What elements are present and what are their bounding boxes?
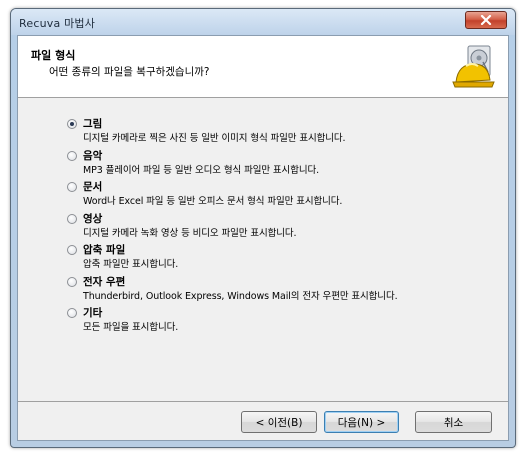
radio-picture[interactable] [67, 119, 77, 129]
file-type-options: 그림 디지털 카메라로 찍은 사진 등 일반 이미지 형식 파일만 표시합니다.… [67, 114, 498, 335]
option-label: 압축 파일 [83, 244, 126, 256]
close-button[interactable] [465, 11, 507, 29]
cancel-button[interactable]: 취소 [415, 411, 492, 433]
option-video[interactable]: 영상 디지털 카메라 녹화 영상 등 비디오 파일만 표시합니다. [67, 209, 498, 241]
option-other[interactable]: 기타 모든 파일을 표시합니다. [67, 303, 498, 335]
option-label: 기타 [83, 307, 103, 319]
page-title: 파일 형식 [31, 49, 76, 62]
radio-other[interactable] [67, 308, 77, 318]
option-label: 그림 [83, 118, 103, 130]
option-description: 압축 파일만 표시합니다. [83, 259, 179, 270]
option-music[interactable]: 음악 MP3 플레이어 파일 등 일반 오디오 형식 파일만 표시합니다. [67, 146, 498, 178]
recuva-hard-hat-icon [452, 45, 495, 88]
option-label: 전자 우편 [83, 275, 126, 288]
option-description: 모든 파일을 표시합니다. [83, 322, 179, 333]
radio-video[interactable] [67, 213, 77, 224]
option-email[interactable]: 전자 우편 Thunderbird, Outlook Express, Wind… [67, 272, 498, 304]
option-description: 디지털 카메라 녹화 영상 등 비디오 파일만 표시합니다. [83, 227, 297, 239]
page-subtitle: 어떤 종류의 파일을 복구하겠습니까? [49, 66, 210, 78]
radio-email[interactable] [67, 276, 77, 287]
option-documents[interactable]: 문서 Word나 Excel 파일 등 일반 오피스 문서 형식 파일만 표시합… [67, 177, 498, 209]
window-title: Recuva 마법사 [19, 17, 96, 30]
wizard-window: Recuva 마법사 파일 형식 어떤 종류의 파일을 복구하겠습니까? 그림 … [10, 8, 516, 448]
close-icon [480, 15, 492, 25]
option-description: MP3 플레이어 파일 등 일반 오디오 형식 파일만 표시합니다. [83, 164, 320, 176]
wizard-footer: < 이전(B) 다음(N) > 취소 [18, 401, 508, 440]
wizard-header: 파일 형식 어떤 종류의 파일을 복구하겠습니까? [18, 36, 508, 98]
option-description: Thunderbird, Outlook Express, Windows Ma… [83, 290, 398, 302]
wizard-body: 파일 형식 어떤 종류의 파일을 복구하겠습니까? 그림 디지털 카메라로 찍은… [17, 35, 509, 441]
back-button[interactable]: < 이전(B) [241, 411, 317, 433]
option-label: 음악 [83, 149, 103, 162]
option-picture[interactable]: 그림 디지털 카메라로 찍은 사진 등 일반 이미지 형식 파일만 표시합니다. [67, 114, 498, 146]
next-button[interactable]: 다음(N) > [324, 411, 399, 433]
radio-documents[interactable] [67, 182, 77, 192]
option-label: 영상 [83, 212, 103, 225]
option-compressed[interactable]: 압축 파일 압축 파일만 표시합니다. [67, 240, 498, 272]
radio-compressed[interactable] [67, 245, 77, 255]
title-bar[interactable]: Recuva 마법사 [11, 9, 515, 35]
radio-music[interactable] [67, 150, 77, 161]
option-label: 문서 [83, 181, 103, 193]
option-description: 디지털 카메라로 찍은 사진 등 일반 이미지 형식 파일만 표시합니다. [83, 133, 346, 144]
option-description: Word나 Excel 파일 등 일반 오피스 문서 형식 파일만 표시합니다. [83, 196, 343, 207]
